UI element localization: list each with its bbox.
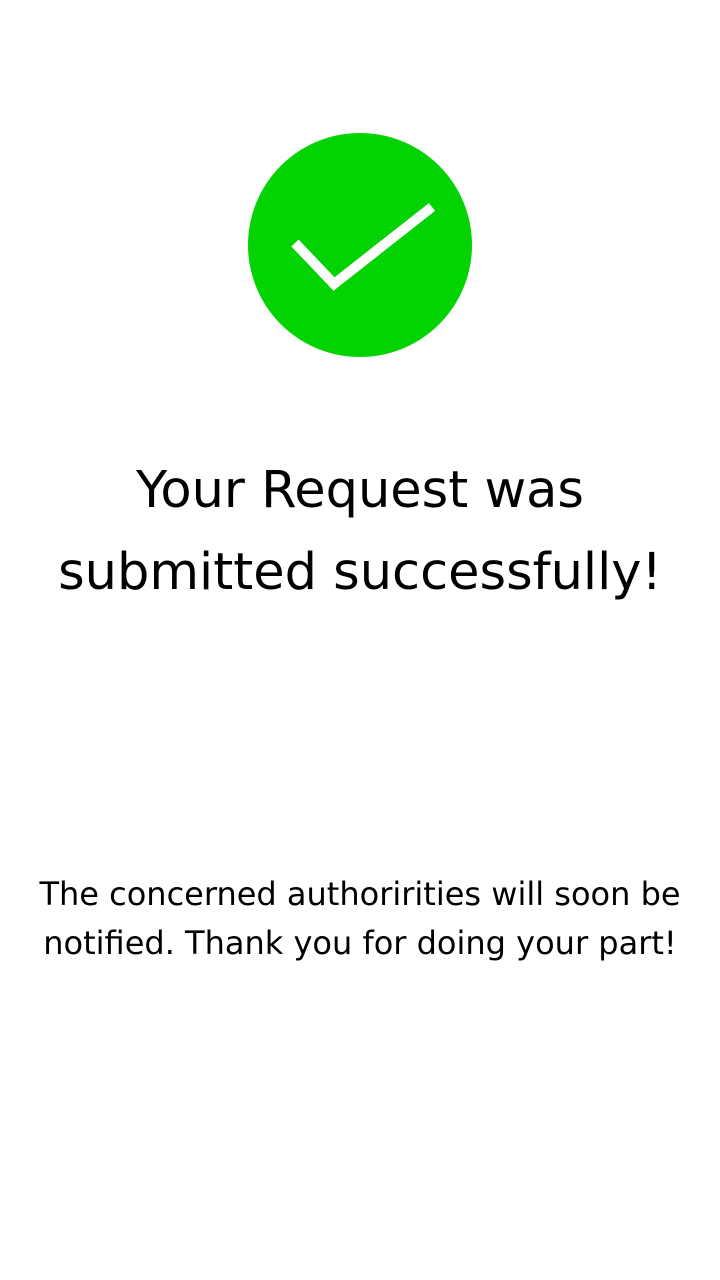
success-title-line-2: submitted successfully! <box>58 543 662 602</box>
success-title-line-1: Your Request was <box>136 461 584 520</box>
success-badge <box>248 133 472 357</box>
checkmark-icon <box>291 203 436 291</box>
success-message-line-2: notified. Thank you for doing your part! <box>43 924 677 962</box>
success-message: The concerned authoririties will soon be… <box>0 870 720 968</box>
success-message-line-1: The concerned authoririties will soon be <box>39 875 681 913</box>
success-title: Your Request was submitted successfully! <box>0 450 720 614</box>
success-screen: Your Request was submitted successfully!… <box>0 0 720 1280</box>
